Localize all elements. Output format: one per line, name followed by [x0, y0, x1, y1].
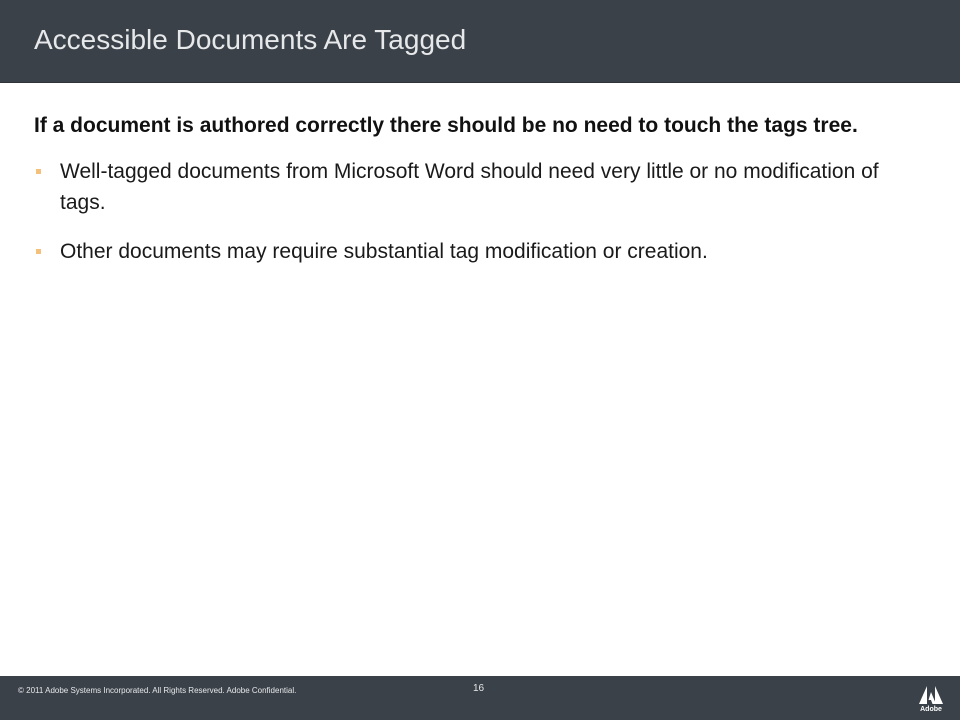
- page-number: 16: [473, 683, 485, 694]
- title-bar: Accessible Documents Are Tagged: [0, 0, 960, 83]
- bullet-item: Other documents may require substantial …: [34, 236, 914, 267]
- adobe-logo-text: Adobe: [920, 706, 942, 713]
- bullet-square-icon: [36, 169, 41, 174]
- bullet-item: Well-tagged documents from Microsoft Wor…: [34, 156, 914, 218]
- adobe-a-mark-icon: [919, 686, 943, 704]
- copyright-notice: © 2011 Adobe Systems Incorporated. All R…: [18, 686, 297, 695]
- lead-paragraph: If a document is authored correctly ther…: [34, 114, 858, 137]
- bullet-list: Well-tagged documents from Microsoft Wor…: [34, 156, 914, 267]
- bullet-square-icon: [36, 249, 41, 254]
- bullet-text: Well-tagged documents from Microsoft Wor…: [60, 160, 879, 214]
- adobe-logo-icon: Adobe: [918, 684, 944, 718]
- footer-bar: © 2011 Adobe Systems Incorporated. All R…: [0, 676, 960, 720]
- slide-title: Accessible Documents Are Tagged: [34, 24, 467, 55]
- slide-content: If a document is authored correctly ther…: [34, 110, 914, 285]
- bullet-text: Other documents may require substantial …: [60, 240, 708, 263]
